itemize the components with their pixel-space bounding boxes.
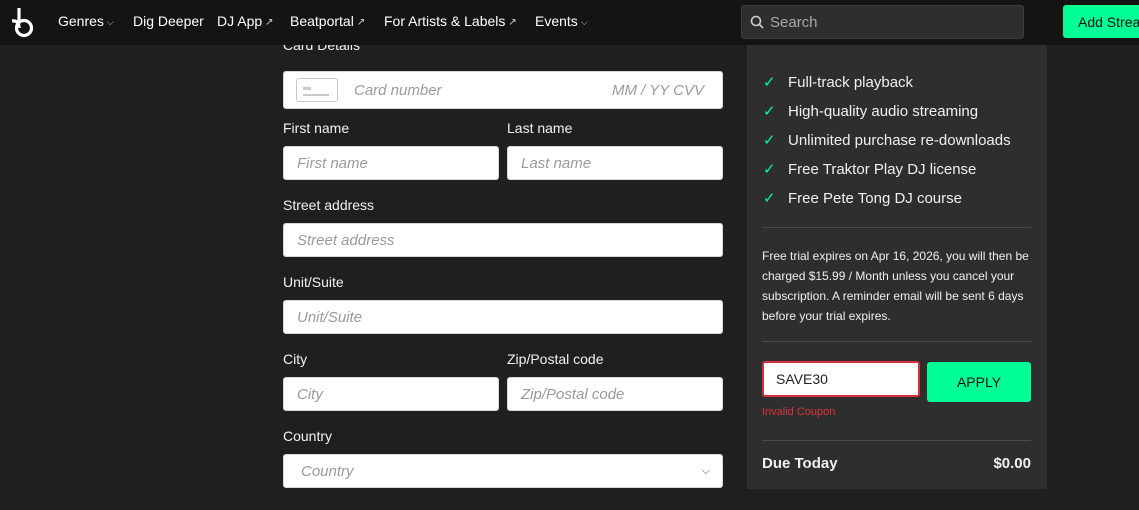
nav-genres-label: Genres [58,13,104,29]
unit-suite-label: Unit/Suite [283,274,344,290]
zip-code-placeholder: Zip/Postal code [521,385,625,403]
card-number-field[interactable]: Card number MM / YY CVV [283,71,723,109]
check-icon: ✓ [763,190,776,207]
chevron-down-icon: ⌵ [580,16,588,27]
street-address-field[interactable]: Street address [283,223,723,257]
feature-item: ✓ Free Pete Tong DJ course [763,189,962,208]
nav-beatportal-label: Beatportal [290,13,354,29]
check-icon: ✓ [763,132,776,149]
feature-item: ✓ Unlimited purchase re-downloads [763,131,1011,150]
street-address-label: Street address [283,197,375,213]
nav-dig-deeper[interactable]: Dig Deeper [133,13,204,29]
due-today-label: Due Today [762,455,838,472]
chevron-down-icon: ⌵ [106,16,114,27]
chevron-down-icon: ⌵ [701,464,710,477]
nav-beatportal[interactable]: Beatportal ↗ [290,13,365,29]
card-details-label: Card Details [283,45,360,59]
feature-label: Free Pete Tong DJ course [788,189,962,207]
coupon-error-message: Invalid Coupon [762,406,836,418]
city-field[interactable]: City [283,377,499,411]
card-number-placeholder: Card number [354,81,442,99]
top-nav: Genres ⌵ Dig Deeper DJ App ↗ Beatportal … [0,0,1139,45]
check-icon: ✓ [763,74,776,91]
due-today-amount: $0.00 [993,455,1031,472]
first-name-placeholder: First name [297,154,368,172]
external-link-icon: ↗ [265,17,274,28]
feature-label: Unlimited purchase re-downloads [788,131,1011,149]
city-placeholder: City [297,385,323,403]
first-name-label: First name [283,120,350,136]
street-address-placeholder: Street address [297,231,395,249]
country-label: Country [283,428,333,444]
search-icon [750,15,764,29]
nav-for-artists-labels[interactable]: For Artists & Labels ↗ [384,13,517,29]
check-icon: ✓ [763,161,776,178]
search-input[interactable] [770,13,1010,31]
feature-label: Full-track playback [788,73,914,91]
coupon-value: SAVE30 [776,371,828,387]
last-name-placeholder: Last name [521,154,592,172]
nav-dj-app[interactable]: DJ App ↗ [217,13,274,29]
unit-suite-field[interactable]: Unit/Suite [283,300,723,334]
divider [762,227,1031,228]
nav-dig-deeper-label: Dig Deeper [133,13,204,29]
divider [762,440,1031,441]
nav-dj-app-label: DJ App [217,13,263,29]
nav-genres[interactable]: Genres ⌵ [58,13,114,29]
feature-label: Free Traktor Play DJ license [788,160,977,178]
feature-item: ✓ Full-track playback [763,73,914,92]
nav-for-artists-labels-label: For Artists & Labels [384,13,506,29]
country-placeholder: Country [301,462,354,480]
country-select[interactable]: Country ⌵ [283,454,723,488]
zip-code-label: Zip/Postal code [507,351,604,367]
feature-item: ✓ Free Traktor Play DJ license [763,160,977,179]
feature-item: ✓ High-quality audio streaming [763,102,979,121]
coupon-input[interactable]: SAVE30 [762,361,920,397]
external-link-icon: ↗ [508,17,517,28]
city-label: City [283,351,308,367]
last-name-label: Last name [507,120,573,136]
unit-suite-placeholder: Unit/Suite [297,308,363,326]
credit-card-icon [296,78,338,102]
card-details-label-text: Card Details [283,45,361,53]
external-link-icon: ↗ [356,17,366,28]
last-name-field[interactable]: Last name [507,146,723,180]
beatport-logo-icon[interactable] [10,7,36,38]
nav-events[interactable]: Events ⌵ [535,13,588,29]
zip-code-field[interactable]: Zip/Postal code [507,377,723,411]
search-box[interactable] [741,5,1024,39]
apply-coupon-button[interactable]: APPLY [927,362,1031,402]
order-summary-panel: ✓ Full-track playback ✓ High-quality aud… [747,45,1047,489]
add-stream-button[interactable]: Add Strea [1063,5,1139,38]
trial-disclaimer: Free trial expires on Apr 16, 2026, you … [762,249,1029,323]
nav-events-label: Events [535,13,578,29]
divider [762,341,1031,342]
first-name-field[interactable]: First name [283,146,499,180]
feature-label: High-quality audio streaming [788,102,979,120]
card-expiry-cvv-placeholder: MM / YY CVV [612,81,704,99]
check-icon: ✓ [763,103,776,120]
